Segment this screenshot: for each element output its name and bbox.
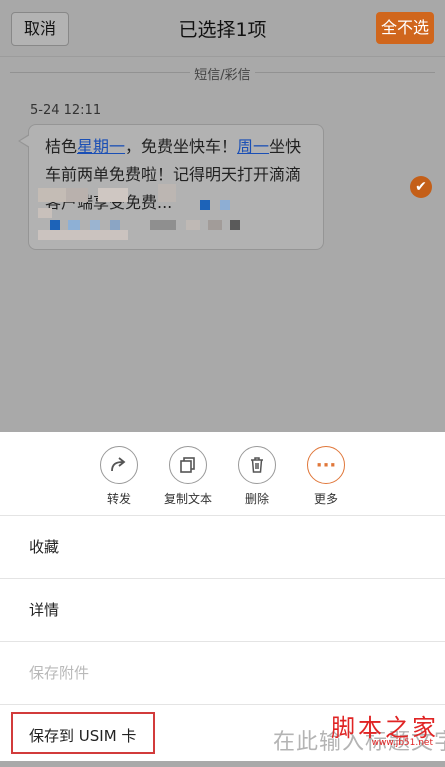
message-timestamp: 5-24 12:11: [30, 103, 102, 118]
trash-icon: [238, 446, 276, 484]
message-text: 桔色: [45, 137, 78, 156]
message-text: ，免费坐快车！: [125, 137, 238, 156]
menu-item-details[interactable]: 详情: [0, 578, 445, 641]
forward-icon: [100, 446, 138, 484]
cancel-button[interactable]: 取消: [11, 12, 69, 46]
blurred-text-mosaic: [38, 184, 274, 240]
delete-label: 删除: [244, 492, 269, 506]
watermark-site: www.jb51.net: [371, 738, 433, 748]
date-link[interactable]: 星期一: [77, 137, 125, 156]
copy-icon: [169, 446, 207, 484]
copy-text-label: 复制文本: [163, 492, 212, 506]
more-label: 更多: [313, 492, 338, 506]
selected-check-icon[interactable]: ✔: [410, 176, 432, 198]
section-label: 短信/彩信: [194, 68, 251, 83]
top-bar: 取消 已选择1项 全不选: [0, 0, 445, 57]
forward-action[interactable]: 转发: [87, 446, 151, 507]
menu-item-favorite[interactable]: 收藏: [0, 515, 445, 578]
date-link[interactable]: 周一: [237, 137, 269, 156]
deselect-all-button[interactable]: 全不选: [376, 12, 434, 44]
forward-label: 转发: [106, 492, 131, 506]
divider-right: [255, 72, 435, 73]
action-sheet: 转发 复制文本 删除 ··· 更多 收藏 详情 保存附件 保存到 USIM 卡 …: [0, 432, 445, 761]
action-bar: 转发 复制文本 删除 ··· 更多: [0, 432, 445, 514]
menu-item-save-attachment: 保存附件: [0, 641, 445, 704]
more-action[interactable]: ··· 更多: [294, 446, 358, 507]
more-icon: ···: [307, 446, 345, 484]
bubble-tail-inner: [20, 135, 30, 147]
copy-text-action[interactable]: 复制文本: [156, 446, 220, 507]
delete-action[interactable]: 删除: [225, 446, 289, 507]
